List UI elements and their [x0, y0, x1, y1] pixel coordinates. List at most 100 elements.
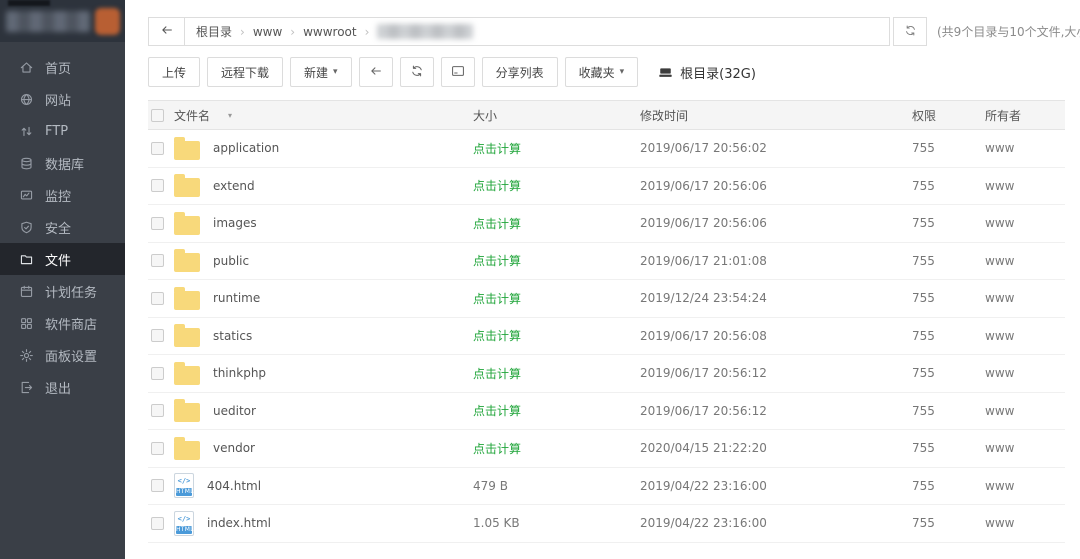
chevron-separator: › — [240, 25, 245, 39]
breadcrumb-segment: www › — [253, 25, 303, 39]
remote-download-button[interactable]: 远程下载 — [207, 57, 283, 87]
sidebar-item-monitor[interactable]: 监控 — [0, 179, 125, 211]
sidebar-item-files[interactable]: 文件 — [0, 243, 125, 275]
select-all-checkbox[interactable] — [151, 109, 164, 122]
calc-size-link[interactable]: 点击计算 — [473, 367, 521, 381]
row-checkbox[interactable] — [151, 329, 164, 342]
calc-size-link[interactable]: 点击计算 — [473, 442, 521, 456]
file-name-link[interactable]: application — [213, 141, 279, 155]
calc-size-link[interactable]: 点击计算 — [473, 292, 521, 306]
file-owner: www — [985, 441, 1065, 455]
file-size: 点击计算 — [473, 290, 640, 307]
row-checkbox[interactable] — [151, 142, 164, 155]
calc-size-link[interactable]: 点击计算 — [473, 142, 521, 156]
file-perm: 755 — [912, 291, 985, 305]
table-row[interactable]: images 点击计算 2019/06/17 20:56:06 755 www — [148, 205, 1065, 243]
folder-icon — [174, 291, 200, 310]
breadcrumb-list: 根目录 › www › wwwroot › — [196, 23, 377, 40]
breadcrumb-segment: 根目录 › — [196, 23, 253, 40]
file-name-link[interactable]: images — [213, 216, 257, 230]
row-checkbox[interactable] — [151, 367, 164, 380]
table-row[interactable]: </>HTML 404.html 479 B 2019/04/22 23:16:… — [148, 468, 1065, 506]
file-size: 点击计算 — [473, 215, 640, 232]
row-checkbox[interactable] — [151, 217, 164, 230]
header-filename[interactable]: 文件名▾ — [174, 107, 473, 124]
redacted-path-segment — [377, 24, 473, 39]
path-refresh-button[interactable] — [893, 17, 927, 46]
breadcrumb-link[interactable]: 根目录 — [196, 23, 232, 40]
file-size: 点击计算 — [473, 177, 640, 194]
terminal-button[interactable] — [441, 57, 475, 87]
table-row[interactable]: extend 点击计算 2019/06/17 20:56:06 755 www — [148, 168, 1065, 206]
row-checkbox[interactable] — [151, 254, 164, 267]
share-list-button[interactable]: 分享列表 — [482, 57, 558, 87]
sidebar-item-site[interactable]: 网站 — [0, 83, 125, 115]
sidebar-item-logout[interactable]: 退出 — [0, 371, 125, 403]
row-checkbox[interactable] — [151, 517, 164, 530]
database-icon — [19, 156, 34, 171]
file-name-link[interactable]: 404.html — [207, 479, 261, 493]
refresh-button[interactable] — [400, 57, 434, 87]
sidebar-item-database[interactable]: 数据库 — [0, 147, 125, 179]
favorites-dropdown[interactable]: 收藏夹 ▾ — [565, 57, 639, 87]
file-perm: 755 — [912, 179, 985, 193]
table-row[interactable]: </>HTML index.html 1.05 KB 2019/04/22 23… — [148, 505, 1065, 543]
file-perm: 755 — [912, 254, 985, 268]
upload-button[interactable]: 上传 — [148, 57, 200, 87]
file-name-link[interactable]: ueditor — [213, 404, 256, 418]
redacted-logo-text — [6, 11, 90, 32]
file-owner: www — [985, 516, 1065, 530]
table-row[interactable]: public 点击计算 2019/06/17 21:01:08 755 www — [148, 243, 1065, 281]
sidebar-item-security[interactable]: 安全 — [0, 211, 125, 243]
row-checkbox[interactable] — [151, 442, 164, 455]
folder-icon — [174, 366, 200, 385]
calc-size-link[interactable]: 点击计算 — [473, 179, 521, 193]
toolbar-buttons: 上传 远程下载 新建 ▾ 分享列表 收藏夹 ▾ — [148, 57, 638, 87]
calc-size-link[interactable]: 点击计算 — [473, 404, 521, 418]
folder-icon — [174, 216, 200, 235]
disk-indicator[interactable]: 根目录(32G) — [658, 63, 756, 82]
chevron-separator: › — [290, 25, 295, 39]
folder-icon — [174, 178, 200, 197]
sidebar-item-ftp[interactable]: FTP — [0, 115, 125, 147]
file-name-link[interactable]: index.html — [207, 516, 271, 530]
calc-size-link[interactable]: 点击计算 — [473, 217, 521, 231]
sidebar-item-home[interactable]: 首页 — [0, 51, 125, 83]
new-dropdown[interactable]: 新建 ▾ — [290, 57, 352, 87]
row-checkbox[interactable] — [151, 404, 164, 417]
sidebar-item-cron[interactable]: 计划任务 — [0, 275, 125, 307]
file-table: 文件名▾ 大小 修改时间 权限 所有者 application 点击计算 201… — [148, 100, 1065, 543]
breadcrumb-link[interactable]: www — [253, 25, 282, 39]
sidebar-item-appstore[interactable]: 软件商店 — [0, 307, 125, 339]
logo-mark — [95, 8, 120, 35]
path-back-button[interactable] — [149, 18, 185, 45]
file-name-link[interactable]: extend — [213, 179, 255, 193]
chevron-down-icon: ▾ — [333, 68, 338, 77]
table-row[interactable]: thinkphp 点击计算 2019/06/17 20:56:12 755 ww… — [148, 355, 1065, 393]
file-mtime: 2020/04/15 21:22:20 — [640, 441, 912, 455]
row-checkbox[interactable] — [151, 179, 164, 192]
file-name-link[interactable]: runtime — [213, 291, 260, 305]
store-icon — [19, 316, 34, 331]
row-checkbox[interactable] — [151, 479, 164, 492]
table-row[interactable]: application 点击计算 2019/06/17 20:56:02 755… — [148, 130, 1065, 168]
table-row[interactable]: ueditor 点击计算 2019/06/17 20:56:12 755 www — [148, 393, 1065, 431]
calc-size-link[interactable]: 点击计算 — [473, 329, 521, 343]
file-mtime: 2019/06/17 20:56:06 — [640, 179, 912, 193]
row-checkbox[interactable] — [151, 292, 164, 305]
folder-icon — [19, 252, 34, 267]
folder-icon — [174, 441, 200, 460]
file-name-link[interactable]: vendor — [213, 441, 255, 455]
table-row[interactable]: vendor 点击计算 2020/04/15 21:22:20 755 www — [148, 430, 1065, 468]
file-name-link[interactable]: thinkphp — [213, 366, 266, 380]
file-name-link[interactable]: public — [213, 254, 249, 268]
sidebar-item-settings[interactable]: 面板设置 — [0, 339, 125, 371]
table-row[interactable]: statics 点击计算 2019/06/17 20:56:08 755 www — [148, 318, 1065, 356]
calc-size-link[interactable]: 点击计算 — [473, 254, 521, 268]
file-table-body: application 点击计算 2019/06/17 20:56:02 755… — [148, 130, 1065, 543]
directory-stats: (共9个目录与10个文件,大小: 获取) — [937, 17, 1080, 46]
breadcrumb-link[interactable]: wwwroot — [303, 25, 357, 39]
back-button[interactable] — [359, 57, 393, 87]
file-name-link[interactable]: statics — [213, 329, 252, 343]
table-row[interactable]: runtime 点击计算 2019/12/24 23:54:24 755 www — [148, 280, 1065, 318]
